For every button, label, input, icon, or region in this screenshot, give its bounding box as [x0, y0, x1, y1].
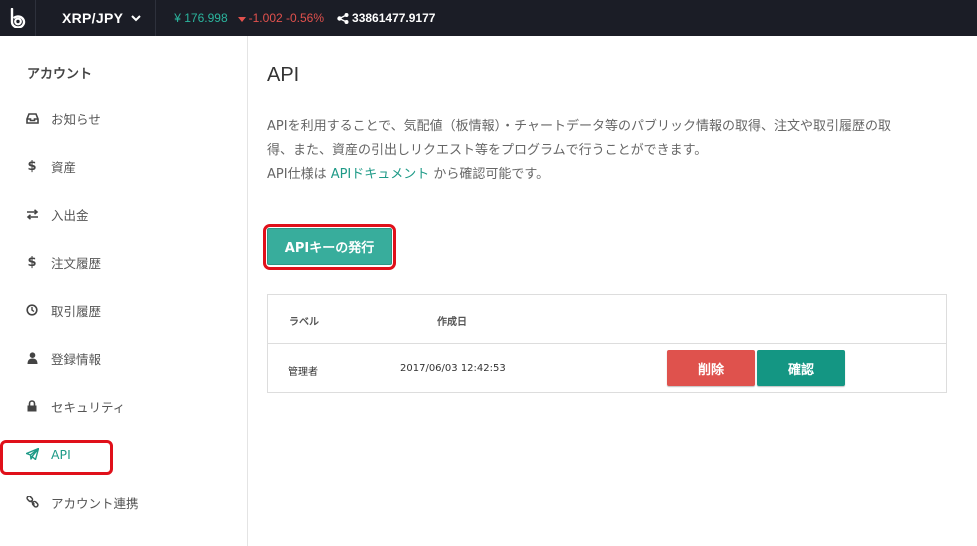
- lock-icon: [24, 398, 40, 414]
- column-header-label: ラベル: [289, 317, 319, 328]
- api-docs-link[interactable]: APIドキュメント: [331, 167, 430, 182]
- sidebar-item-deposit-withdraw[interactable]: 入出金: [0, 196, 247, 232]
- user-icon: [24, 350, 40, 366]
- delete-button[interactable]: 削除: [667, 350, 755, 386]
- bitbank-logo[interactable]: [0, 0, 36, 36]
- price-change-value: -1.002 -0.56%: [248, 11, 325, 25]
- api-description: APIを利用することで、気配値（板情報）・チャートデータ等のパブリック情報の取得…: [267, 115, 967, 187]
- pair-selector[interactable]: XRP/JPY: [36, 0, 157, 36]
- sidebar-item-label: 注文履歴: [51, 255, 102, 271]
- inbox-icon: [24, 110, 40, 126]
- description-text: API仕様は: [267, 167, 331, 182]
- sidebar-item-label: セキュリティ: [51, 399, 126, 415]
- sidebar-item-label: お知らせ: [51, 111, 101, 127]
- chevron-down-icon: [131, 14, 141, 21]
- pair-label: XRP/JPY: [62, 10, 124, 26]
- issue-api-key-button[interactable]: APIキーの発行: [267, 228, 392, 265]
- sidebar-item-profile[interactable]: 登録情報: [0, 340, 247, 376]
- volume-value: 33861477.9177: [352, 11, 436, 25]
- sidebar-item-label: 資産: [51, 159, 77, 175]
- top-bar: XRP/JPY ¥ 176.998 -1.002 -0.56% 33861477…: [0, 0, 977, 36]
- key-created-cell: 2017/06/03 12:42:53: [400, 363, 506, 374]
- sidebar-item-account-link[interactable]: アカウント連携: [0, 484, 247, 520]
- sidebar: アカウント お知らせ $ 資産 入出金 $ 注文履歴 取引履歴 登録情報 セキュ…: [0, 36, 248, 546]
- exchange-arrows-icon: [24, 206, 40, 222]
- sidebar-item-label: 登録情報: [51, 351, 102, 367]
- key-label-cell: 管理者: [288, 367, 318, 378]
- link-icon: [24, 494, 40, 510]
- main-content: API APIを利用することで、気配値（板情報）・チャートデータ等のパブリック情…: [248, 36, 977, 546]
- volume: 33861477.9177: [337, 11, 435, 25]
- api-keys-table: ラベル 作成日 管理者 2017/06/03 12:42:53 削除 確認: [267, 294, 947, 393]
- api-highlight-box: [0, 440, 113, 475]
- confirm-button[interactable]: 確認: [757, 350, 845, 386]
- price-change: -1.002 -0.56%: [237, 11, 325, 25]
- description-line: 得、また、資産の引出しリクエスト等をプログラムで行うことができます。: [267, 143, 708, 158]
- sidebar-item-label: 入出金: [51, 207, 89, 223]
- ticker: ¥ 176.998 -1.002 -0.56% 33861477.9177: [156, 11, 435, 25]
- clock-icon: [24, 302, 40, 318]
- page-title: API: [267, 64, 300, 86]
- dollar-icon: $: [27, 254, 37, 270]
- sidebar-item-security[interactable]: セキュリティ: [0, 388, 247, 424]
- table-header: ラベル 作成日: [268, 295, 946, 344]
- sidebar-item-assets[interactable]: $ 資産: [0, 148, 247, 184]
- description-line: API仕様は APIドキュメント から確認可能です。: [267, 163, 967, 187]
- column-header-created: 作成日: [437, 317, 467, 328]
- dollar-icon: $: [27, 158, 37, 174]
- sidebar-item-trade-history[interactable]: 取引履歴: [0, 292, 247, 328]
- sidebar-item-label: 取引履歴: [51, 303, 102, 319]
- description-line: APIを利用することで、気配値（板情報）・チャートデータ等のパブリック情報の取得…: [267, 119, 892, 134]
- sidebar-item-label: アカウント連携: [51, 495, 139, 511]
- description-text: から確認可能です。: [429, 167, 550, 182]
- sidebar-title: アカウント: [27, 67, 93, 82]
- last-price: ¥ 176.998: [174, 11, 228, 25]
- share-nodes-icon: [337, 12, 349, 24]
- down-triangle-icon: [237, 16, 246, 22]
- sidebar-item-order-history[interactable]: $ 注文履歴: [0, 244, 247, 280]
- sidebar-item-notices[interactable]: お知らせ: [0, 100, 247, 136]
